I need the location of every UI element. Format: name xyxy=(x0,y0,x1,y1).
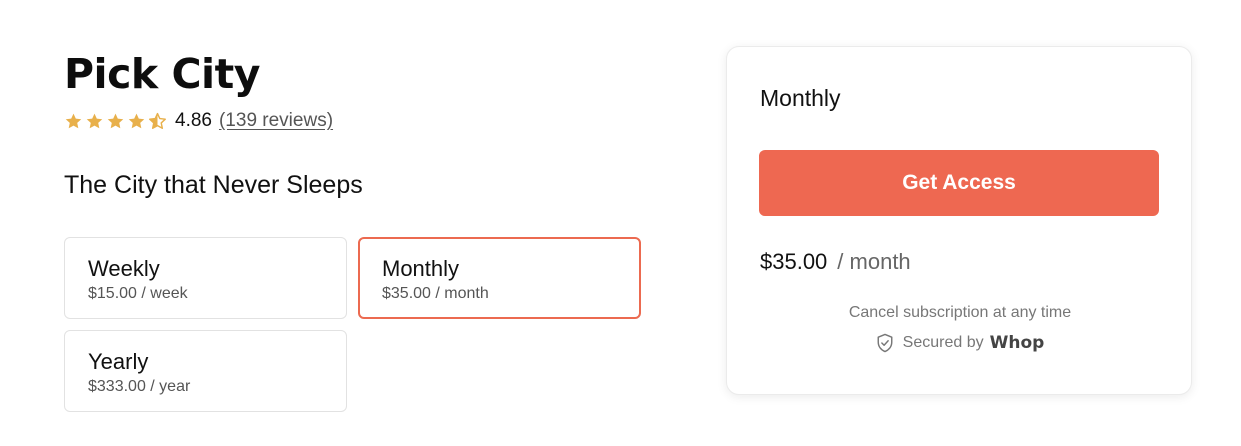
rating-row: 4.86 (139 reviews) xyxy=(64,108,333,134)
plan-price: $35.00 / month xyxy=(382,285,489,302)
plan-name: Weekly xyxy=(88,256,160,281)
half-star-icon xyxy=(149,112,166,129)
plan-option-yearly[interactable]: Yearly $333.00 / year xyxy=(64,330,347,412)
star-icon xyxy=(107,113,124,128)
star-icon xyxy=(86,113,103,128)
rating-stars xyxy=(64,112,167,131)
rating-value: 4.86 xyxy=(175,110,212,131)
plan-price: $333.00 / year xyxy=(88,378,191,395)
product-tagline: The City that Never Sleeps xyxy=(64,171,363,199)
plan-option-weekly[interactable]: Weekly $15.00 / week xyxy=(64,237,347,319)
plan-name: Yearly xyxy=(88,349,149,374)
price-summary: $35.00 / month xyxy=(760,249,911,275)
shield-check-icon xyxy=(877,333,893,353)
price-amount: $35.00 xyxy=(760,249,828,274)
cancel-note: Cancel subscription at any time xyxy=(848,304,1072,321)
selected-plan-title: Monthly xyxy=(760,85,841,111)
reviews-link[interactable]: (139 reviews) xyxy=(219,110,333,132)
star-icon xyxy=(65,113,82,128)
price-period: / month xyxy=(837,249,911,274)
get-access-button[interactable]: Get Access xyxy=(759,150,1159,216)
secured-label: Secured by xyxy=(902,334,984,351)
checkout-card: Monthly Get Access $35.00 / month Cancel… xyxy=(726,46,1192,395)
whop-logo: Whop xyxy=(989,333,1045,353)
plan-price: $15.00 / week xyxy=(88,285,188,302)
secured-by: Secured by Whop xyxy=(727,333,1193,353)
star-icon xyxy=(128,113,145,128)
plan-name: Monthly xyxy=(382,256,460,281)
product-title: Pick City xyxy=(64,50,260,98)
plan-option-monthly[interactable]: Monthly $35.00 / month xyxy=(358,237,641,319)
